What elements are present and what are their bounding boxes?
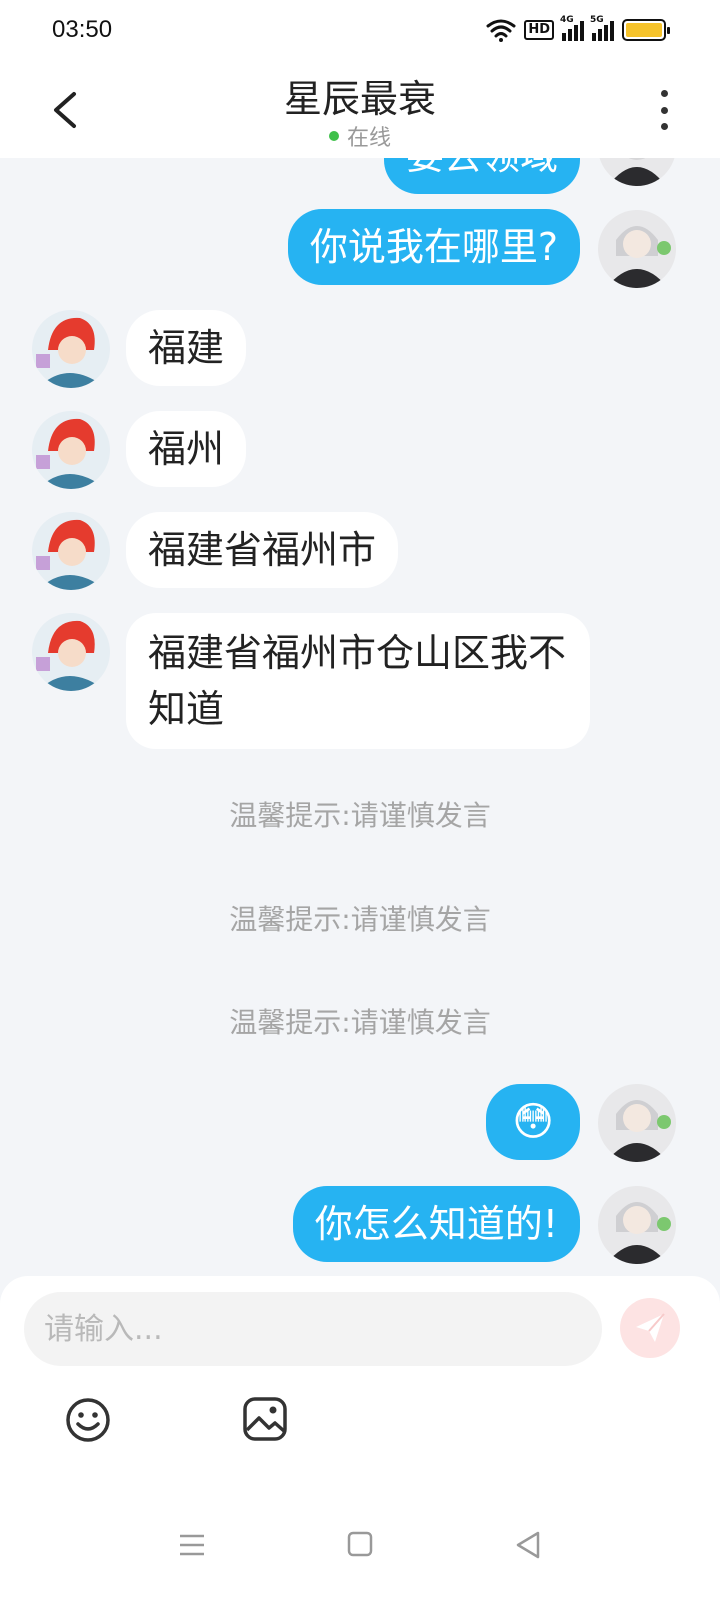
message-bubble-incoming[interactable]: 福建省福州市仓山区我不知道 (126, 613, 590, 749)
message-input[interactable] (24, 1292, 602, 1366)
message-bubble-incoming[interactable]: 福建省福州市 (126, 512, 399, 588)
avatar-image (36, 519, 106, 590)
avatar-image (608, 158, 666, 186)
online-status: 在线 (0, 120, 720, 152)
message-bubble-incoming[interactable]: 福建 (126, 310, 247, 386)
message-bubble-outgoing[interactable]: 要去领域 (383, 158, 580, 194)
signal-4g-icon: 4G (560, 15, 584, 41)
home-icon[interactable] (347, 1531, 373, 1557)
my-avatar[interactable] (598, 158, 676, 186)
message-list[interactable]: 要去领域 你说我在哪里? 福建 福州 福建省福州市 福建省福州市仓山区我不知道 … (0, 158, 720, 1278)
send-icon (636, 1313, 665, 1342)
menu-icon[interactable] (178, 1532, 206, 1558)
signal-5g-label: 5G (590, 15, 604, 25)
system-tip: 温馨提示:请谨慎发言 (229, 1006, 491, 1039)
more-dot-icon (660, 123, 668, 130)
signal-5g-icon: 5G (590, 15, 614, 41)
message-bubble-outgoing[interactable]: 你怎么知道的! (292, 1186, 580, 1262)
avatar-image (36, 418, 106, 489)
contact-avatar[interactable] (32, 310, 110, 388)
battery-icon (622, 19, 670, 41)
contact-name: 星辰最衰 (283, 77, 436, 121)
chat-header: 星辰最衰 在线 (0, 62, 720, 158)
my-avatar[interactable] (598, 210, 676, 288)
message-bubble-incoming[interactable]: 福州 (126, 411, 247, 487)
send-button[interactable] (620, 1298, 680, 1358)
avatar-image (606, 1100, 671, 1162)
avatar-image (36, 317, 106, 388)
nav-back-icon[interactable] (514, 1530, 542, 1560)
online-status-label: 在线 (346, 126, 391, 151)
avatar-image (36, 620, 106, 691)
contact-avatar[interactable] (32, 411, 110, 489)
contact-avatar[interactable] (32, 613, 110, 691)
wifi-icon (486, 19, 516, 42)
status-bar: 03:50 HD 4G 5G (0, 0, 720, 62)
avatar-image (606, 226, 671, 288)
status-time: 03:50 (52, 16, 113, 43)
system-navigation-bar (0, 1496, 720, 1600)
my-avatar[interactable] (598, 1186, 676, 1264)
contact-avatar[interactable] (32, 512, 110, 590)
signal-4g-label: 4G (560, 15, 574, 25)
system-tip: 温馨提示:请谨慎发言 (229, 799, 491, 832)
my-avatar[interactable] (598, 1084, 676, 1162)
hd-voice-icon: HD (524, 20, 554, 40)
avatar-image (606, 1202, 671, 1264)
image-icon[interactable] (242, 1396, 288, 1442)
more-dot-icon (660, 106, 668, 114)
more-options-button[interactable] (652, 90, 676, 130)
online-dot-icon (328, 131, 339, 141)
more-dot-icon (660, 90, 668, 97)
message-bubble-outgoing[interactable]: 你说我在哪里? (287, 209, 580, 285)
status-icons: HD 4G 5G (486, 15, 670, 42)
smile-icon[interactable] (64, 1396, 112, 1444)
message-bubble-outgoing[interactable]: 😳 (486, 1084, 580, 1160)
system-tip: 温馨提示:请谨慎发言 (229, 903, 491, 936)
